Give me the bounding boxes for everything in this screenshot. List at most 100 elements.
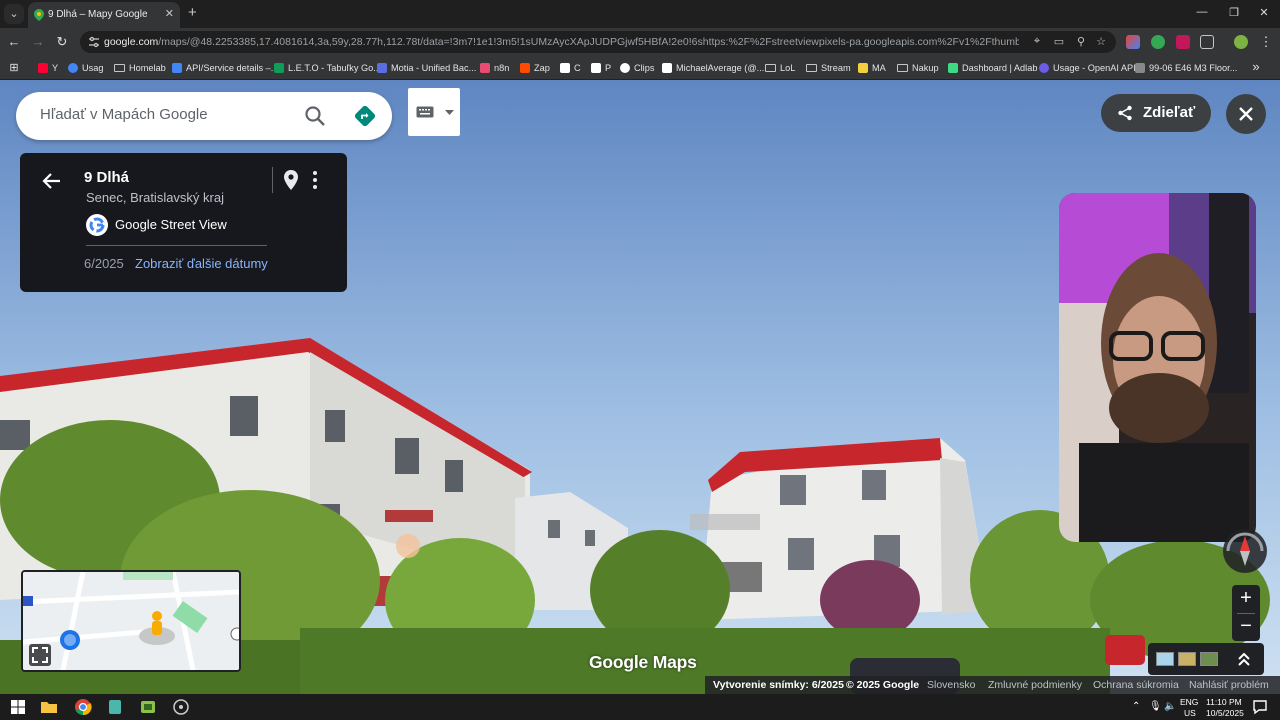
minimize-button[interactable]: — — [1190, 6, 1214, 18]
restore-button[interactable]: ❐ — [1222, 6, 1246, 19]
globe-icon — [68, 63, 78, 73]
close-icon — [1239, 107, 1253, 121]
location-pin-icon[interactable] — [282, 169, 300, 191]
bookmark-api-service[interactable]: API/Service details –... — [172, 61, 278, 75]
bookmark-lol[interactable]: LoL — [765, 61, 795, 75]
site-info-icon[interactable] — [88, 36, 100, 48]
bookmark-p[interactable]: P — [591, 61, 611, 75]
layer-thumb-map[interactable] — [1156, 652, 1174, 666]
layer-thumb-satellite[interactable] — [1200, 652, 1218, 666]
forward-button[interactable]: → — [30, 34, 46, 50]
google-maps-logo: Google Maps — [589, 652, 697, 672]
country-link[interactable]: Slovensko — [927, 679, 975, 691]
browser-toolbar: ← → ↻ google.com/maps/@48.2253385,17.408… — [0, 28, 1280, 56]
apps-grid-icon[interactable]: ⊞ — [6, 60, 22, 76]
capture-date-footer: Vytvorenie snímky: 6/2025 — [713, 679, 844, 691]
reload-button[interactable]: ↻ — [54, 34, 70, 50]
microphone-icon[interactable]: 🎙 — [1149, 701, 1162, 712]
region-indicator[interactable]: US — [1184, 708, 1196, 718]
bookmark-e46-m3[interactable]: 99-06 E46 M3 Floor... — [1135, 61, 1237, 75]
tab-search-button[interactable]: ⌄ — [4, 4, 24, 24]
bookmark-leto[interactable]: L.E.T.O - Tabuľky Go... — [274, 61, 381, 75]
divider — [86, 245, 267, 246]
tab-strip: ⌄ 9 Dlhá – Mapy Google ✕ + — ❐ ✕ — [0, 0, 1280, 28]
clock-time[interactable]: 11:10 PM — [1206, 697, 1242, 707]
location-icon[interactable]: ⌖ — [1030, 35, 1044, 48]
file-explorer-icon[interactable] — [40, 698, 58, 716]
window-close-button[interactable]: ✕ — [1252, 6, 1276, 19]
url-text[interactable]: google.com/maps/@48.2253385,17.4081614,3… — [104, 36, 1019, 48]
app-icon[interactable] — [106, 698, 124, 716]
bookmark-n8n[interactable]: n8n — [480, 61, 509, 75]
zoom-out-button[interactable]: − — [1232, 613, 1260, 641]
extensions-puzzle-icon[interactable] — [1200, 35, 1214, 49]
back-arrow-icon[interactable] — [40, 169, 64, 193]
bookmark-adlab[interactable]: Dashboard | Adlab — [948, 61, 1037, 75]
keyboard-icon — [416, 106, 434, 118]
folder-icon — [897, 64, 908, 72]
sheets-icon — [274, 63, 284, 73]
bookmark-clips[interactable]: Clips — [620, 61, 654, 75]
street-view-info-card: 9 Dlhá Senec, Bratislavský kraj Google S… — [20, 153, 347, 292]
bookmark-c[interactable]: C — [560, 61, 581, 75]
chrome-icon[interactable] — [74, 698, 92, 716]
bookmark-michaelaverage[interactable]: MichaelAverage (@... — [662, 61, 764, 75]
bookmark-nakup[interactable]: Nakup — [897, 61, 939, 75]
bookmark-openai-usage[interactable]: Usage - OpenAI API — [1039, 61, 1136, 75]
report-problem-link[interactable]: Nahlásiť problém — [1189, 679, 1269, 691]
extension-1-icon[interactable] — [1126, 35, 1140, 49]
language-indicator[interactable]: ENG — [1180, 697, 1198, 707]
tab-active[interactable]: 9 Dlhá – Mapy Google ✕ — [28, 2, 180, 28]
tray-overflow-icon[interactable]: ⌃ — [1132, 701, 1140, 712]
profile-avatar[interactable] — [1234, 35, 1248, 49]
capture-date: 6/2025 — [84, 256, 124, 271]
close-street-view-button[interactable] — [1226, 94, 1266, 134]
folder-icon — [765, 64, 776, 72]
extension-3-icon[interactable] — [1176, 35, 1190, 49]
more-dates-link[interactable]: Zobraziť ďalšie dátumy — [135, 256, 268, 271]
extension-2-icon[interactable] — [1151, 35, 1165, 49]
back-button[interactable]: ← — [6, 34, 22, 50]
input-tools-button[interactable] — [408, 88, 460, 136]
layer-thumb-terrain[interactable] — [1178, 652, 1196, 666]
street-view-panorama[interactable]: 9 Dlhá Senec, Bratislavský kraj Google S… — [0, 80, 1280, 694]
bookmark-stream[interactable]: Stream — [806, 61, 851, 75]
app-icon-3[interactable] — [172, 698, 190, 716]
terms-link[interactable]: Zmluvné podmienky — [988, 679, 1082, 691]
minimap[interactable] — [21, 570, 241, 672]
bookmark-ma[interactable]: MA — [858, 61, 886, 75]
volume-icon[interactable]: 🔈 — [1164, 701, 1176, 712]
notifications-icon[interactable] — [1251, 698, 1269, 716]
bookmark-motia[interactable]: Motia - Unified Bac... — [377, 61, 476, 75]
address-bar[interactable]: google.com/maps/@48.2253385,17.4081614,3… — [80, 31, 1116, 53]
sun-glare — [396, 534, 420, 558]
openai-icon — [1039, 63, 1049, 73]
search-icon[interactable] — [304, 105, 326, 127]
new-tab-button[interactable]: + — [188, 5, 197, 21]
share-icon — [1118, 105, 1132, 121]
cast-icon[interactable]: ▭ — [1052, 35, 1066, 48]
bookmark-y[interactable]: Y — [38, 61, 58, 75]
directions-icon[interactable] — [353, 104, 377, 128]
app-icon-2[interactable] — [139, 698, 157, 716]
share-button[interactable]: Zdieľať — [1101, 94, 1211, 132]
more-options-icon[interactable] — [310, 169, 320, 191]
bookmark-usag[interactable]: Usag — [68, 61, 103, 75]
zoom-icon[interactable]: ⚲ — [1074, 35, 1088, 48]
bookmarks-overflow-icon[interactable]: » — [1248, 59, 1264, 75]
privacy-link[interactable]: Ochrana súkromia — [1093, 679, 1179, 691]
bookmark-zap[interactable]: Zap — [520, 61, 550, 75]
copyright: © 2025 Google — [846, 679, 920, 691]
zoom-in-button[interactable]: + — [1232, 585, 1260, 613]
chrome-menu-icon[interactable]: ⋮ — [1258, 34, 1274, 50]
fullscreen-icon[interactable] — [29, 644, 51, 666]
bookmark-star-icon[interactable]: ☆ — [1094, 35, 1108, 48]
windows-start-icon[interactable] — [9, 698, 27, 716]
compass-icon[interactable] — [1222, 528, 1268, 574]
clock-date[interactable]: 10/5/2025 — [1206, 708, 1244, 718]
tab-close-icon[interactable]: ✕ — [165, 7, 174, 20]
n8n-icon — [480, 63, 490, 73]
expand-up-icon[interactable] — [1236, 651, 1252, 667]
search-input[interactable] — [40, 106, 290, 123]
bookmark-homelab[interactable]: Homelab — [114, 61, 166, 75]
